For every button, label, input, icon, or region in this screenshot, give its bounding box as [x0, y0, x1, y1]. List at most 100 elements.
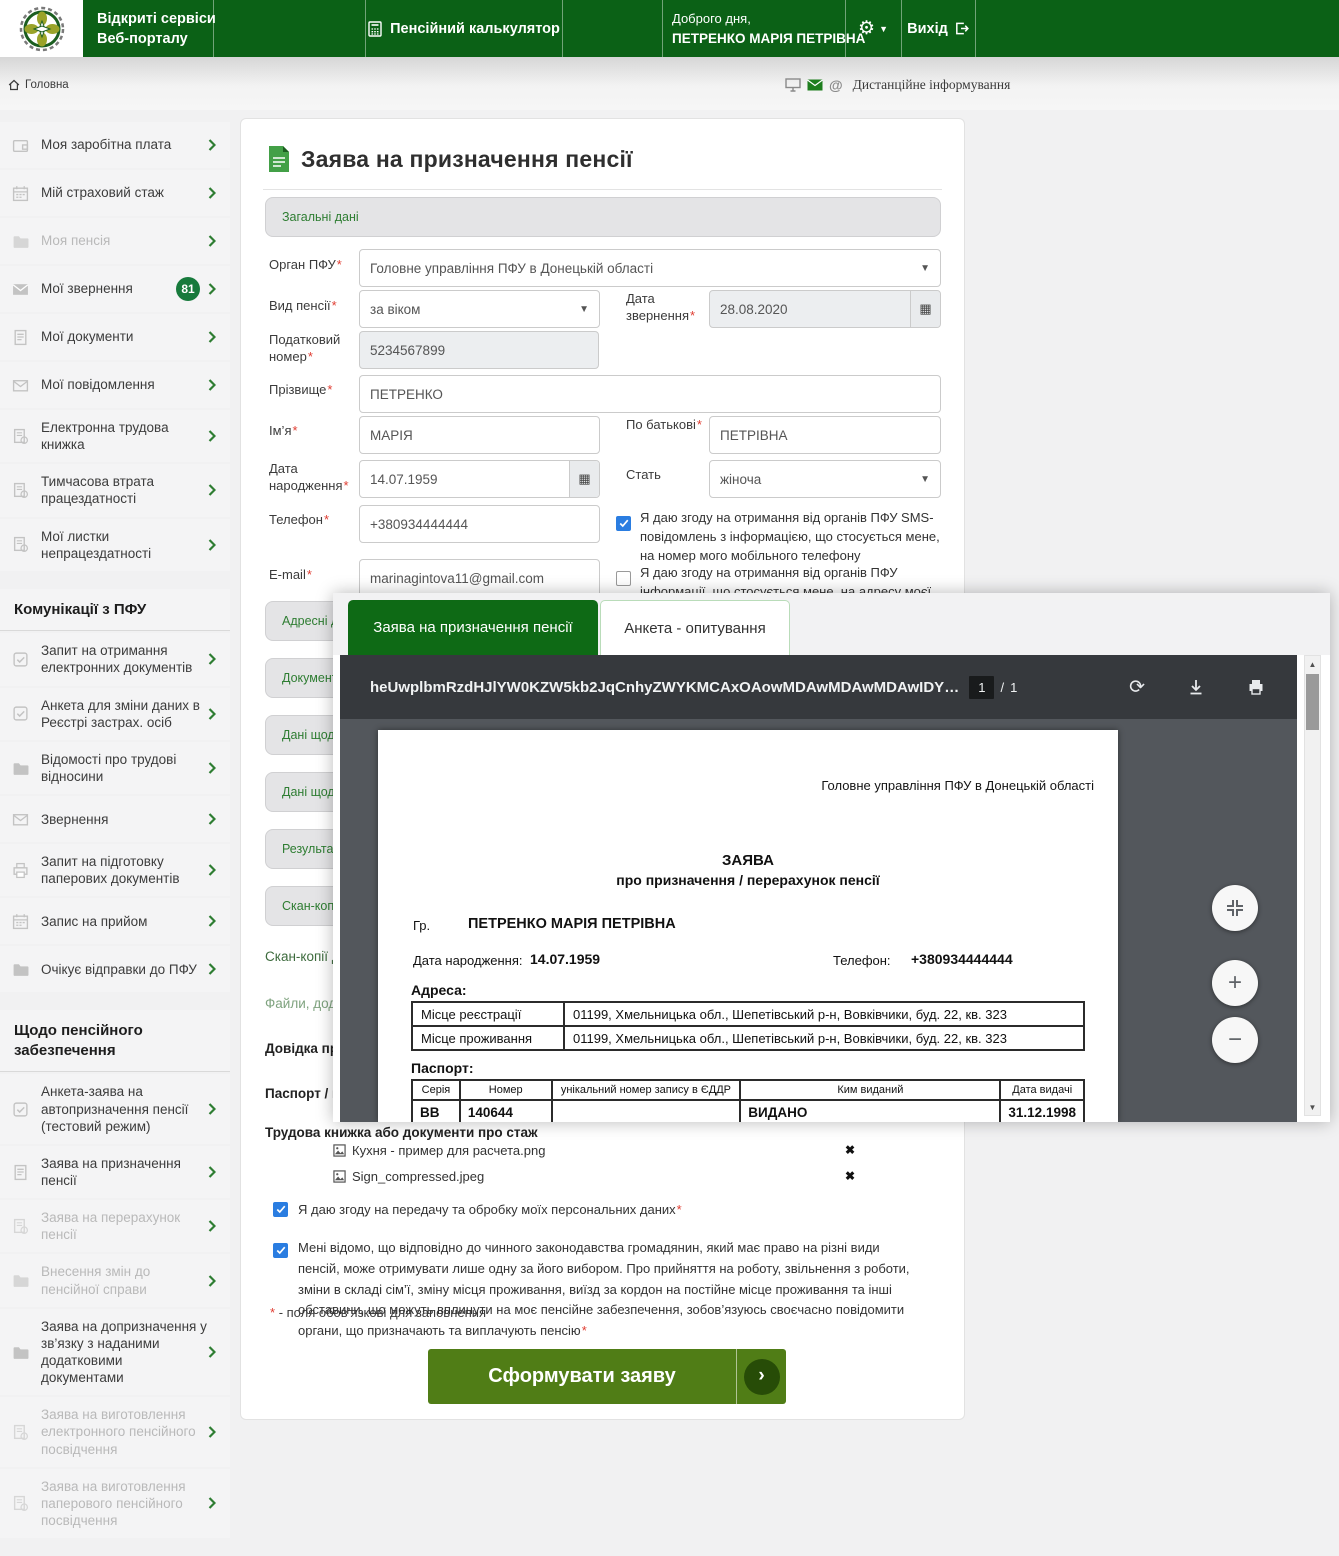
logout-button[interactable]: Вихід — [901, 0, 975, 57]
sidebar-item[interactable]: Моя пенсія — [0, 218, 230, 264]
zoom-in-button[interactable]: + — [1212, 960, 1258, 1006]
sidebar-item[interactable]: Мої звернення81 — [0, 266, 230, 312]
remote-informing[interactable]: @ Дистанційне інформування — [785, 77, 1010, 93]
calendar-icon[interactable]: ▦ — [569, 461, 599, 497]
attached-file-name[interactable]: Sign_compressed.jpeg — [352, 1169, 484, 1184]
breadcrumb[interactable]: Головна — [8, 79, 69, 91]
sidebar-item-label: Заява на призначення пенсії — [41, 1155, 208, 1189]
tab-application[interactable]: Заява на призначення пенсії — [348, 600, 598, 655]
calendar-icon[interactable]: ▦ — [910, 291, 940, 327]
sidebar-item-label: Моя пенсія — [41, 232, 208, 249]
calculator-label: Пенсійний калькулятор — [390, 21, 560, 37]
sidebar-item[interactable]: Запит на підготовку паперових документів — [0, 844, 230, 896]
email-input[interactable]: marinagintova11@gmail.com — [359, 559, 600, 597]
tax-number-value: 5234567899 — [370, 343, 445, 358]
user-greeting: Доброго дня, ПЕТРЕНКО МАРІЯ ПЕТРІВНА — [672, 10, 865, 48]
surname-input[interactable]: ПЕТРЕНКО — [359, 375, 941, 413]
sidebar-item[interactable]: Очікує відправки до ПФУ — [0, 946, 230, 992]
chevron-right-icon — [208, 915, 216, 927]
sidebar-item[interactable]: Мої листки непрацездатності — [0, 519, 230, 571]
sidebar-item[interactable]: Заява на виготовлення паперового пенсійн… — [0, 1469, 230, 1538]
tab-questionnaire[interactable]: Анкета - опитування — [600, 600, 790, 655]
field-label-patronymic: По батькові* — [626, 417, 706, 434]
awareness-consent-checkbox[interactable] — [273, 1243, 288, 1258]
personal-data-consent-label: Я даю згоду на передачу та обробку моїх … — [298, 1201, 898, 1220]
application-date-input[interactable]: 28.08.2020▦ — [709, 290, 941, 328]
birth-date-input[interactable]: 14.07.1959▦ — [359, 460, 600, 498]
sidebar-item[interactable]: Анкета-заява на автопризначення пенсії (… — [0, 1074, 230, 1143]
sidebar-item-label: Заява на виготовлення паперового пенсійн… — [41, 1478, 208, 1529]
doc-icon — [12, 329, 29, 346]
pdf-page-input[interactable]: 1 — [969, 676, 994, 699]
pdf-preview-modal: Заява на призначення пенсії Анкета - опи… — [333, 593, 1330, 1122]
sidebar-item-label: Моя заробітна плата — [41, 136, 208, 153]
mail-icon — [807, 79, 823, 91]
sidebar-item[interactable]: Мої повідомлення — [0, 362, 230, 408]
pdf-scrollbar[interactable]: ▲ ▼ — [1304, 655, 1321, 1116]
sidebar-item-label: Заява на виготовлення електронного пенсі… — [41, 1406, 208, 1457]
email-consent-checkbox[interactable] — [616, 571, 631, 586]
check-icon — [276, 1205, 286, 1214]
attached-file-row: Кухня - пример для расчета.png ✖ — [333, 1137, 855, 1163]
organ-select[interactable]: Головне управління ПФУ в Донецькій облас… — [359, 249, 941, 287]
scroll-up-icon[interactable]: ▲ — [1305, 656, 1320, 672]
folder-icon — [12, 1272, 29, 1289]
field-label-birth-date: Дата народження* — [269, 461, 355, 495]
sidebar-item[interactable]: Заява на перерахунок пенсії — [0, 1200, 230, 1252]
tax-number-input[interactable]: 5234567899 — [359, 331, 599, 369]
doc-passport-cell: ВВ — [412, 1100, 460, 1122]
sidebar-item[interactable]: Моя заробітна плата — [0, 122, 230, 168]
zoom-out-button[interactable]: − — [1212, 1017, 1258, 1063]
pfu-logo[interactable] — [0, 0, 83, 57]
print-icon[interactable] — [1247, 678, 1265, 696]
patronymic-input[interactable]: ПЕТРІВНА — [709, 416, 941, 454]
pension-calculator-button[interactable]: Пенсійний калькулятор — [365, 0, 562, 57]
fit-page-button[interactable] — [1212, 885, 1258, 931]
pension-type-select[interactable]: за віком▼ — [359, 290, 600, 328]
sidebar-item[interactable]: Заява на виготовлення електронного пенсі… — [0, 1397, 230, 1466]
sidebar-item[interactable]: Тимчасова втрата працездатності — [0, 464, 230, 516]
folder-icon — [12, 1344, 29, 1361]
required-mark: * — [307, 567, 312, 582]
sidebar-item[interactable]: Запит на отримання електронних документі… — [0, 633, 230, 685]
submit-application-button[interactable]: Сформувати заяву › — [428, 1349, 786, 1404]
first-name-input[interactable]: МАРІЯ — [359, 416, 600, 454]
printer-icon — [12, 862, 29, 879]
chevron-right-icon — [208, 484, 216, 496]
delete-file-icon[interactable]: ✖ — [845, 1169, 855, 1183]
doc-passport-data-row: ВВ140644ВИДАНО31.12.1998 — [412, 1100, 1084, 1122]
sidebar-item[interactable]: Звернення — [0, 796, 230, 842]
section-header-general[interactable]: Загальні дані — [265, 197, 941, 237]
phone-input[interactable]: +380934444444 — [359, 505, 600, 543]
rotate-icon[interactable]: ⟳ — [1129, 676, 1145, 699]
sms-consent-checkbox[interactable] — [616, 516, 631, 531]
sidebar-item[interactable]: Мої документи — [0, 314, 230, 360]
sidebar-item[interactable]: Внесення змін до пенсійної справи — [0, 1254, 230, 1306]
scroll-icon — [12, 1218, 29, 1235]
chevron-right-icon — [208, 187, 216, 199]
sidebar-group: Комунікації з ПФУЗапит на отримання елек… — [0, 589, 230, 993]
sidebar-item[interactable]: Запис на прийом — [0, 898, 230, 944]
sidebar-item[interactable]: Заява на допризначення у зв’язку з надан… — [0, 1309, 230, 1396]
sidebar-item[interactable]: Відомості про трудові відносини — [0, 742, 230, 794]
delete-file-icon[interactable]: ✖ — [845, 1143, 855, 1157]
sidebar-item[interactable]: Заява на призначення пенсії — [0, 1146, 230, 1198]
personal-data-consent-checkbox[interactable] — [273, 1202, 288, 1217]
attached-file-name[interactable]: Кухня - пример для расчета.png — [352, 1143, 545, 1158]
sidebar-item[interactable]: Анкета для зміни даних в Реєстрі застрах… — [0, 688, 230, 740]
doc-address-table: Місце реєстрації01199, Хмельницька обл.,… — [411, 1001, 1085, 1051]
gender-select[interactable]: жіноча▼ — [709, 460, 941, 498]
settings-menu-button[interactable]: ⚙ ▼ — [845, 0, 901, 57]
scrollbar-thumb[interactable] — [1306, 674, 1319, 730]
unread-count-badge: 81 — [176, 277, 200, 301]
sidebar-item-label: Заява на перерахунок пенсії — [41, 1209, 208, 1243]
chevron-right-icon — [208, 430, 216, 442]
scroll-down-icon[interactable]: ▼ — [1305, 1099, 1320, 1115]
download-icon[interactable] — [1187, 678, 1205, 696]
chevron-down-icon: ▼ — [579, 304, 589, 315]
patronymic-value: ПЕТРІВНА — [720, 428, 787, 443]
form-icon — [12, 705, 29, 722]
app-title: Відкриті сервіси Веб-порталу — [97, 9, 216, 50]
sidebar-item[interactable]: Електронна трудова книжка — [0, 410, 230, 462]
sidebar-item[interactable]: Мій страховий стаж — [0, 170, 230, 216]
